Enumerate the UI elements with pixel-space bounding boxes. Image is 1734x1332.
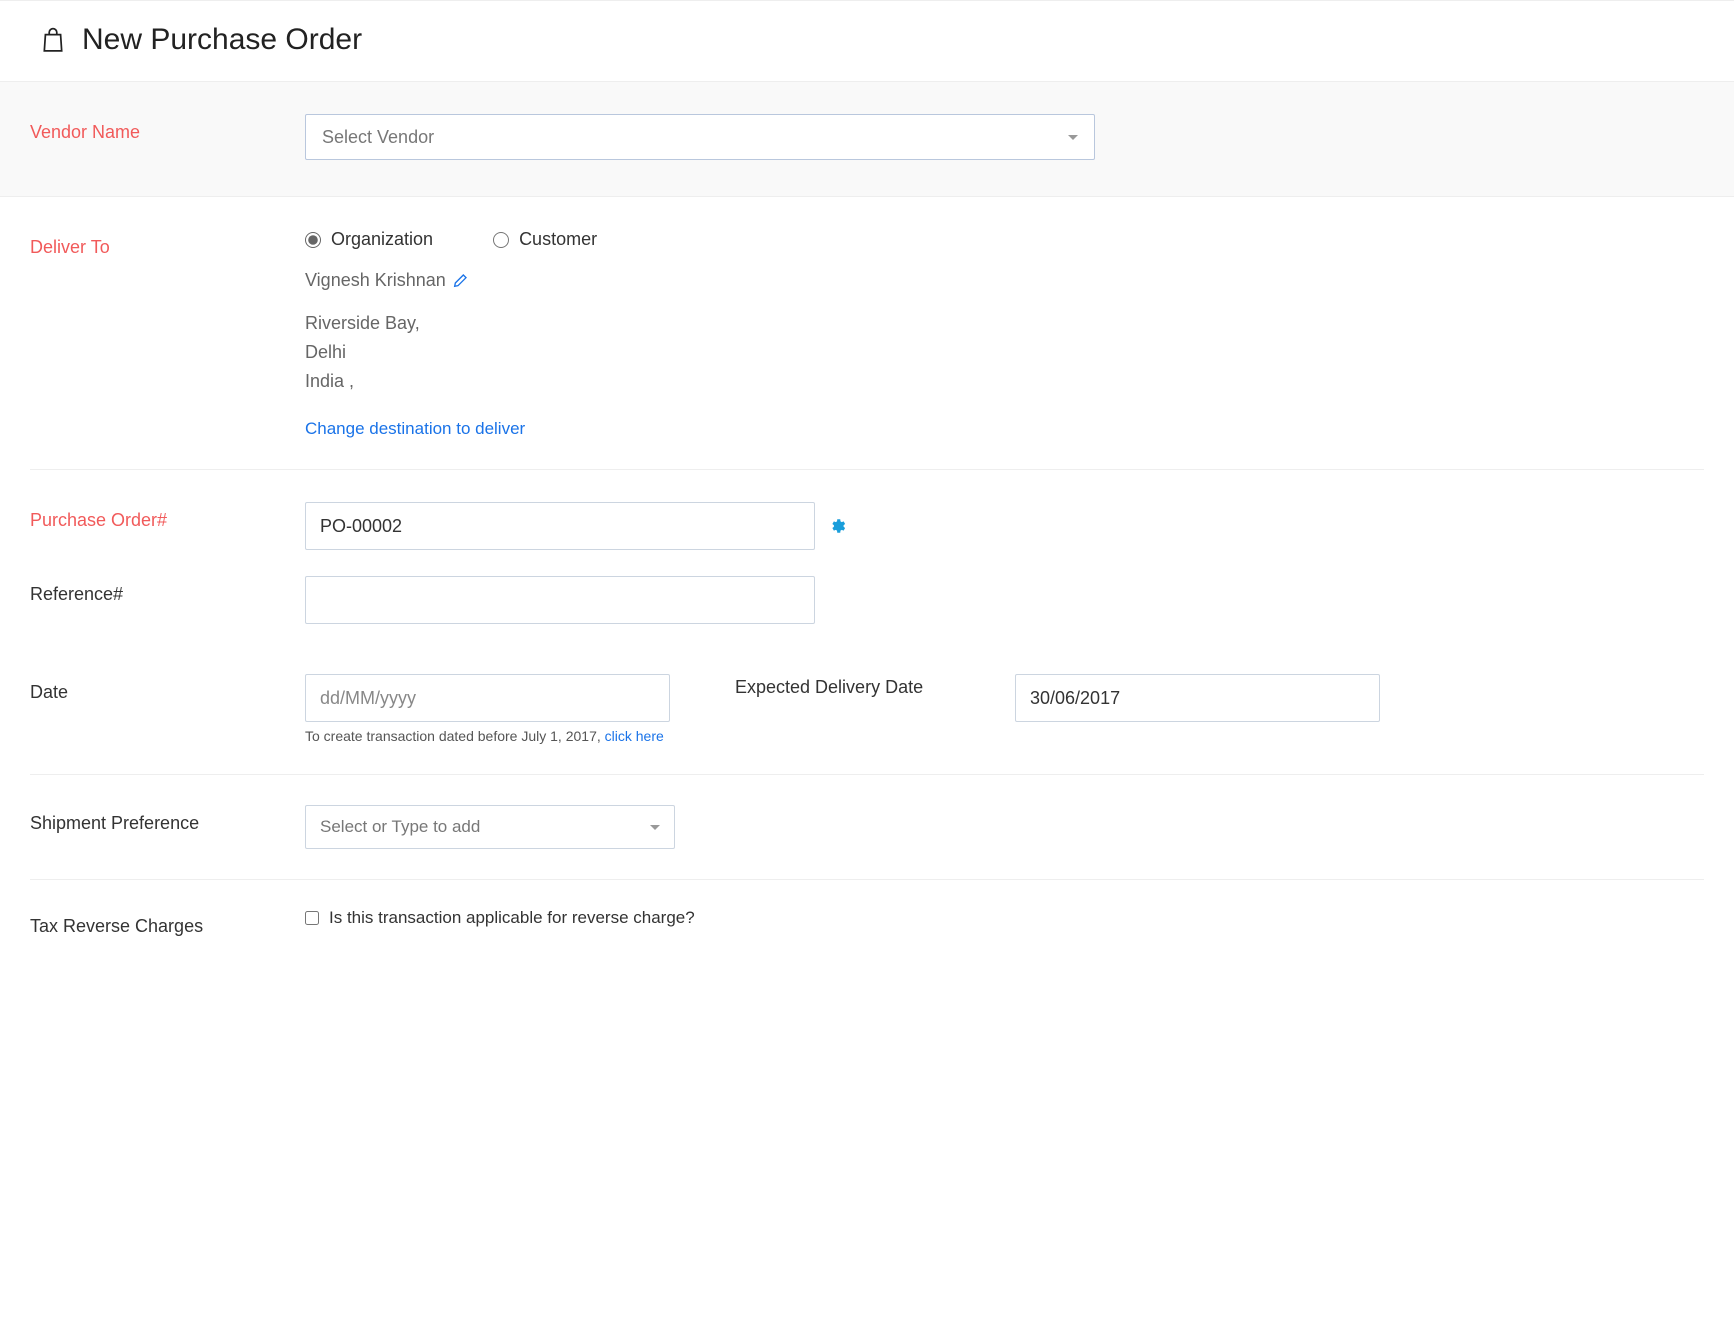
recipient-name: Vignesh Krishnan: [305, 270, 446, 291]
chevron-down-icon: [1068, 135, 1078, 140]
date-hint-link[interactable]: click here: [605, 728, 664, 744]
purchase-order-number-input[interactable]: [305, 502, 815, 550]
date-input[interactable]: [305, 674, 670, 722]
gear-icon[interactable]: [829, 517, 847, 535]
expected-delivery-date-label: Expected Delivery Date: [735, 674, 1015, 744]
change-destination-link[interactable]: Change destination to deliver: [305, 419, 525, 439]
shopping-bag-icon: [40, 26, 66, 54]
deliver-to-customer-radio[interactable]: Customer: [493, 229, 597, 250]
reverse-charge-checkbox-label: Is this transaction applicable for rever…: [329, 908, 695, 928]
deliver-to-organization-radio[interactable]: Organization: [305, 229, 433, 250]
shipment-preference-label: Shipment Preference: [30, 805, 305, 834]
address-line-3: India ,: [305, 367, 1704, 396]
shipment-preference-placeholder: Select or Type to add: [320, 817, 480, 837]
vendor-name-label: Vendor Name: [30, 114, 305, 143]
edit-icon[interactable]: [452, 273, 468, 289]
address-line-1: Riverside Bay,: [305, 309, 1704, 338]
vendor-name-placeholder: Select Vendor: [322, 127, 434, 148]
address-line-2: Delhi: [305, 338, 1704, 367]
page-title: New Purchase Order: [82, 23, 362, 57]
reverse-charge-checkbox[interactable]: [305, 911, 319, 925]
chevron-down-icon: [650, 825, 660, 830]
expected-delivery-date-input[interactable]: [1015, 674, 1380, 722]
date-hint: To create transaction dated before July …: [305, 728, 670, 744]
shipment-preference-select[interactable]: Select or Type to add: [305, 805, 675, 849]
deliver-to-label: Deliver To: [30, 229, 305, 258]
reference-number-input[interactable]: [305, 576, 815, 624]
purchase-order-number-label: Purchase Order#: [30, 502, 305, 531]
customer-radio-label: Customer: [519, 229, 597, 250]
vendor-name-select[interactable]: Select Vendor: [305, 114, 1095, 160]
organization-radio-input[interactable]: [305, 232, 321, 248]
date-label: Date: [30, 674, 305, 744]
page-header: New Purchase Order: [0, 0, 1734, 82]
date-hint-text: To create transaction dated before July …: [305, 728, 605, 744]
reference-number-label: Reference#: [30, 576, 305, 605]
tax-reverse-charges-label: Tax Reverse Charges: [30, 908, 305, 937]
customer-radio-input[interactable]: [493, 232, 509, 248]
organization-radio-label: Organization: [331, 229, 433, 250]
